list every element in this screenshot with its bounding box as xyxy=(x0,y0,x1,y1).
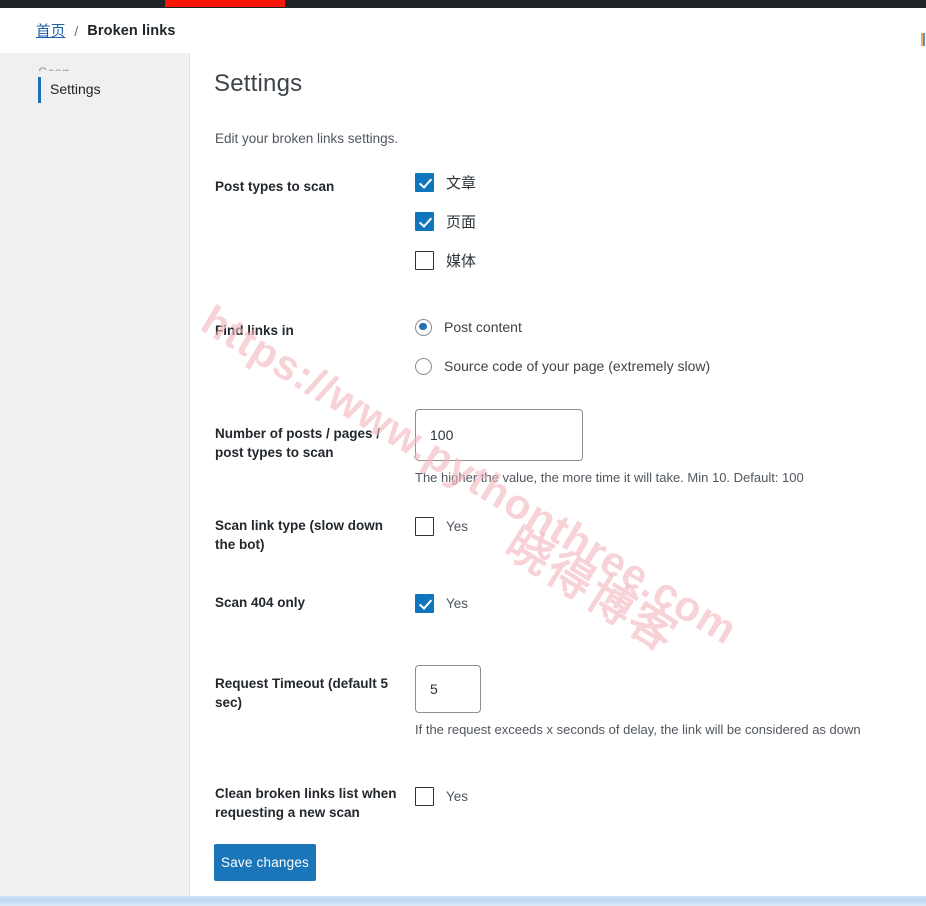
checkbox-post-type-page-label: 页面 xyxy=(446,213,477,231)
breadcrumb-home-link[interactable]: 首页 xyxy=(36,20,65,41)
row-request-timeout: Request Timeout (default 5 sec) If the r… xyxy=(191,665,926,766)
checkbox-scan-404-only[interactable]: Yes xyxy=(415,590,468,616)
row-scan-404-only-label: Scan 404 only xyxy=(215,595,306,610)
sidebar-item-scan-label: Scan xyxy=(38,64,70,71)
checkbox-scan-link-type-label: Yes xyxy=(446,518,469,534)
checkbox-post-type-media-box[interactable] xyxy=(415,250,434,270)
checkbox-clean-broken-links[interactable]: Yes xyxy=(415,783,468,809)
main-content: Settings Edit your broken links settings… xyxy=(191,53,926,896)
save-changes-button[interactable]: Save changes xyxy=(214,844,316,881)
row-number-of-posts-label: Number of posts / pages / post types to … xyxy=(215,426,381,460)
row-scan-link-type: Scan link type (slow down the bot) Yes xyxy=(191,511,926,588)
checkbox-post-type-page-box[interactable] xyxy=(415,211,434,231)
checkbox-scan-404-only-box[interactable] xyxy=(415,593,434,613)
row-post-types-control: 文章 页面 媒体 xyxy=(415,169,476,273)
row-scan-404-only-control: Yes xyxy=(415,590,468,616)
radio-post-content-dot[interactable] xyxy=(415,318,432,336)
checkbox-post-type-post[interactable]: 文章 xyxy=(415,169,476,195)
sidebar-item-settings-label: Settings xyxy=(50,81,101,97)
checkbox-post-type-media[interactable]: 媒体 xyxy=(415,247,476,273)
breadcrumb-current: Broken links xyxy=(87,22,176,39)
checkbox-post-type-post-label: 文章 xyxy=(446,174,477,192)
sidebar-item-settings[interactable]: Settings xyxy=(0,71,189,107)
row-number-of-posts: Number of posts / pages / post types to … xyxy=(191,409,926,511)
row-scan-404-only: Scan 404 only Yes xyxy=(191,588,926,665)
checkbox-post-type-post-box[interactable] xyxy=(415,172,434,192)
row-clean-broken-links-label: Clean broken links list when requesting … xyxy=(215,786,397,820)
row-request-timeout-control: If the request exceeds x seconds of dela… xyxy=(415,665,861,737)
sidebar: Scan Settings xyxy=(0,53,190,896)
row-clean-broken-links-control: Yes xyxy=(415,783,468,809)
radio-source-code-dot[interactable] xyxy=(415,357,432,375)
checkbox-clean-broken-links-box[interactable] xyxy=(415,786,434,806)
checkbox-scan-link-type[interactable]: Yes xyxy=(415,513,468,539)
checkbox-scan-404-only-label: Yes xyxy=(446,595,469,611)
page-description: Edit your broken links settings. xyxy=(215,131,399,146)
number-of-posts-input[interactable] xyxy=(415,409,583,461)
window-bottom-strip xyxy=(0,896,926,906)
radio-source-code[interactable]: Source code of your page (extremely slow… xyxy=(415,353,710,379)
checkbox-post-type-page[interactable]: 页面 xyxy=(415,208,476,234)
row-save: Save changes xyxy=(191,840,926,896)
row-scan-link-type-label: Scan link type (slow down the bot) xyxy=(215,518,384,552)
row-request-timeout-label: Request Timeout (default 5 sec) xyxy=(215,676,389,710)
row-post-types-label: Post types to scan xyxy=(215,179,335,194)
breadcrumb: 首页 / Broken links xyxy=(0,8,926,53)
number-of-posts-hint: The higher the value, the more time it w… xyxy=(415,470,804,485)
row-number-of-posts-control: The higher the value, the more time it w… xyxy=(415,409,804,485)
page-title: Settings xyxy=(214,70,303,97)
row-scan-link-type-control: Yes xyxy=(415,513,468,539)
row-find-links-in-control: Post content Source code of your page (e… xyxy=(415,314,710,379)
browser-top-bar xyxy=(0,0,926,8)
request-timeout-input[interactable] xyxy=(415,665,481,713)
settings-form: Post types to scan 文章 页面 媒体 Find links i… xyxy=(191,169,926,896)
checkbox-post-type-media-label: 媒体 xyxy=(446,252,477,270)
viewport-edge-artifact xyxy=(921,33,926,46)
radio-post-content-label: Post content xyxy=(444,319,522,335)
row-post-types: Post types to scan 文章 页面 媒体 xyxy=(191,169,926,306)
breadcrumb-separator: / xyxy=(74,22,79,39)
sidebar-item-scan[interactable]: Scan xyxy=(0,53,189,71)
radio-post-content[interactable]: Post content xyxy=(415,314,710,340)
checkbox-scan-link-type-box[interactable] xyxy=(415,516,434,536)
request-timeout-hint: If the request exceeds x seconds of dela… xyxy=(415,722,861,737)
app-root: 首页 / Broken links Scan Settings Settings… xyxy=(0,0,926,906)
page-load-progress xyxy=(165,0,285,7)
radio-source-code-label: Source code of your page (extremely slow… xyxy=(444,358,711,374)
row-find-links-in-label: Find links in xyxy=(215,323,294,338)
checkbox-clean-broken-links-label: Yes xyxy=(446,788,469,804)
row-find-links-in: Find links in Post content Source code o… xyxy=(191,306,926,409)
row-clean-broken-links: Clean broken links list when requesting … xyxy=(191,766,926,840)
